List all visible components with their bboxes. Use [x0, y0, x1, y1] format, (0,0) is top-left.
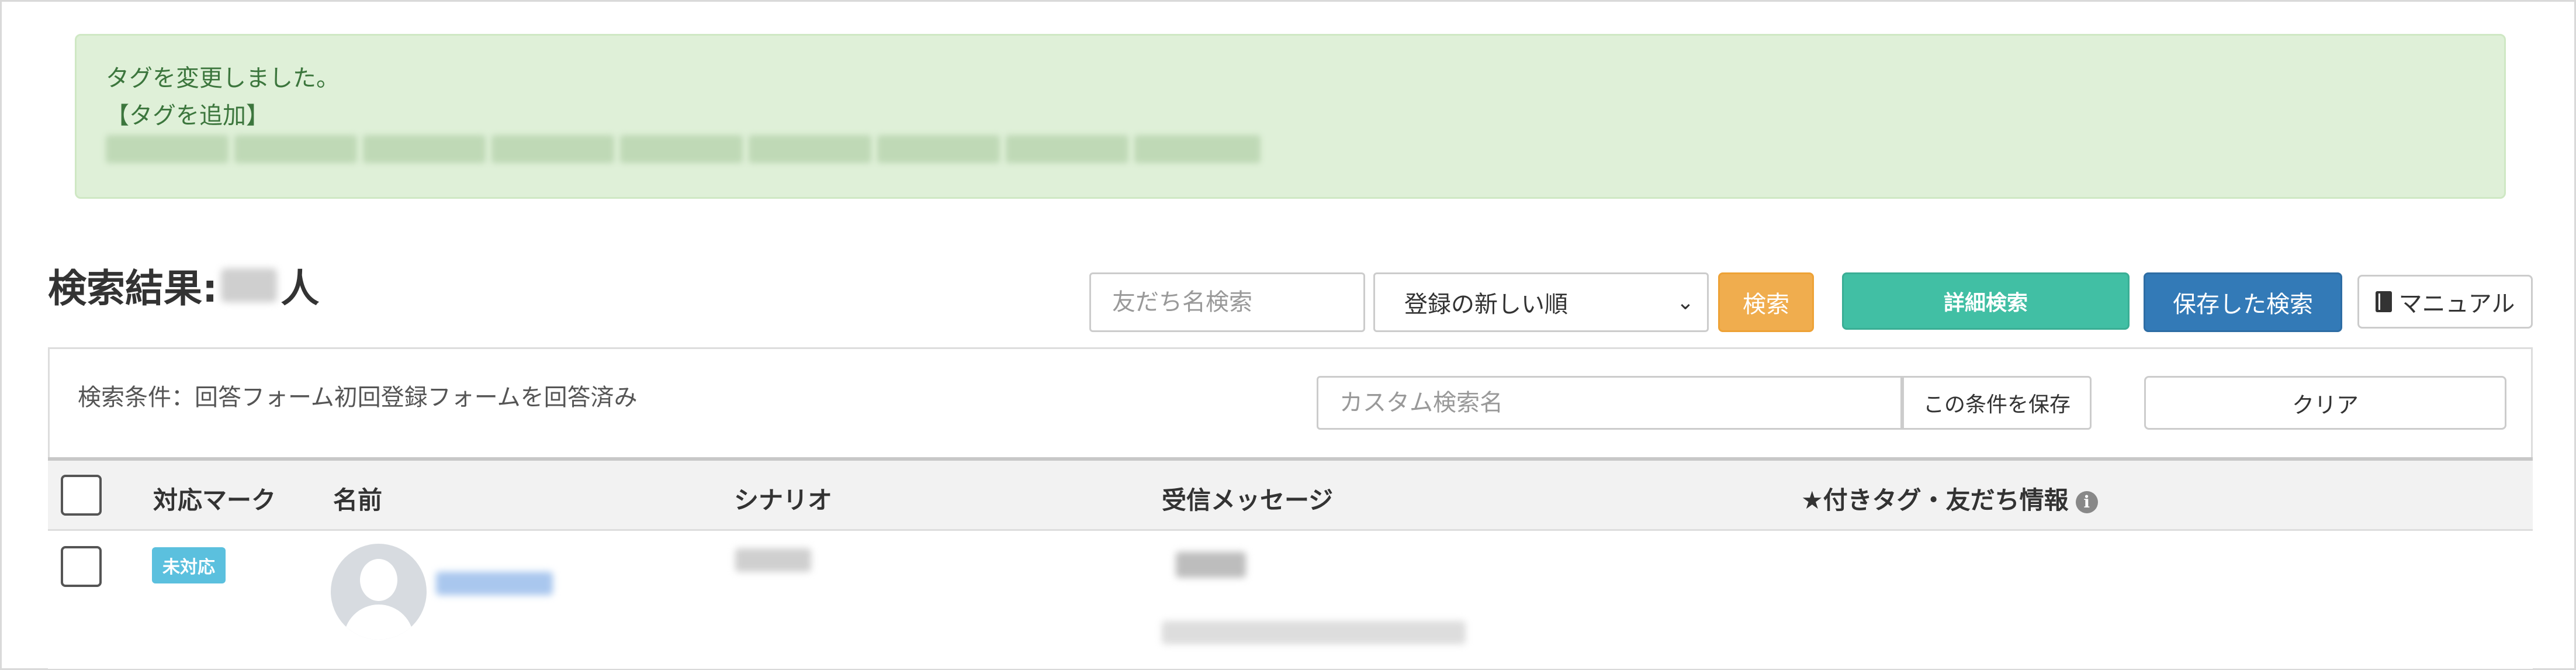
added-tags-redacted [106, 135, 1261, 163]
received-time-redacted [1162, 621, 1466, 644]
saved-search-button[interactable]: 保存した検索 [2144, 272, 2342, 332]
success-alert: タグを変更しました。 【タグを追加】 [75, 34, 2506, 199]
search-condition-text: 検索条件：回答フォーム初回登録フォームを回答済み [78, 384, 638, 411]
detail-search-button[interactable]: 詳細検索 [1842, 272, 2130, 330]
search-condition-panel: 検索条件：回答フォーム初回登録フォームを回答済み この条件を保存 クリア [48, 347, 2533, 458]
result-count-suffix: 人 [281, 266, 320, 311]
status-badge[interactable]: 未対応 [152, 547, 226, 583]
friend-name-search-input[interactable] [1089, 272, 1365, 332]
chevron-down-icon: ⌄ [1676, 291, 1694, 315]
received-message-redacted [1176, 552, 1246, 578]
result-count-prefix: 検索結果: [48, 266, 218, 311]
starred-tags-label: ★付きタグ・友だち情報 [1801, 486, 2069, 514]
friend-name-redacted[interactable] [436, 572, 553, 595]
manual-button-label: マニュアル [2398, 291, 2515, 317]
column-header-received-message: 受信メッセージ [1162, 486, 1334, 514]
sort-order-value: 登録の新しい順 [1404, 291, 1568, 318]
manual-button[interactable]: マニュアル [2357, 275, 2533, 329]
sort-order-select[interactable]: 登録の新しい順 ⌄ [1373, 272, 1709, 332]
book-icon [2375, 291, 2392, 312]
result-count-redacted [221, 268, 278, 302]
page-title: 検索結果: 人 [48, 257, 319, 313]
table-header: 対応マーク 名前 シナリオ 受信メッセージ ★付きタグ・友だち情報 i [48, 457, 2533, 531]
custom-search-name-input[interactable] [1317, 376, 1902, 430]
select-all-checkbox[interactable] [61, 475, 102, 516]
clear-button[interactable]: クリア [2144, 376, 2506, 430]
info-icon[interactable]: i [2075, 491, 2098, 513]
alert-added-tag-label: 【タグを追加】 [106, 102, 269, 129]
column-header-scenario: シナリオ [734, 486, 833, 514]
search-button[interactable]: 検索 [1718, 272, 1814, 332]
column-header-name: 名前 [333, 486, 383, 514]
avatar [331, 544, 427, 640]
table-row: 未対応 [48, 531, 2533, 669]
alert-message: タグを変更しました。 [106, 65, 340, 92]
scenario-redacted [735, 548, 811, 572]
save-condition-button[interactable]: この条件を保存 [1902, 376, 2092, 430]
row-checkbox[interactable] [61, 546, 102, 587]
column-header-status: 対応マーク [153, 486, 276, 514]
column-header-starred-tags: ★付きタグ・友だち情報 i [1801, 481, 2098, 516]
